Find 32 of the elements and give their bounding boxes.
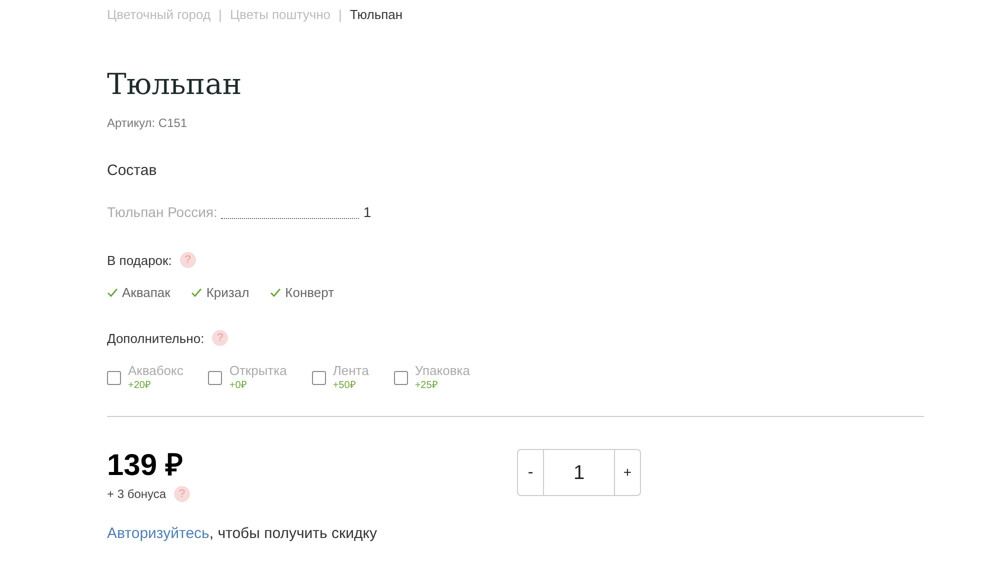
product-title: Тюльпан <box>107 66 242 102</box>
quantity-field[interactable]: 1 <box>544 449 614 496</box>
sku-text: Артикул: С151 <box>107 115 188 132</box>
gift-label: Аквапак <box>122 284 170 302</box>
gift-label: Кризал <box>206 284 250 302</box>
option-label: Лента <box>332 363 369 379</box>
option-price: +50₽ <box>332 379 357 393</box>
checkbox[interactable] <box>107 371 121 385</box>
section-label: Дополнительно: <box>107 330 204 348</box>
gift-label: Конверт <box>285 284 334 302</box>
section-heading: Состав <box>107 161 157 181</box>
bonus-text: + 3 бонуса <box>107 486 166 503</box>
increment-button[interactable]: + <box>614 449 641 496</box>
option-label: Упаковка <box>414 363 470 379</box>
price-text: 139 ₽ <box>107 449 182 483</box>
option-price: +25₽ <box>414 379 439 393</box>
checkbox[interactable] <box>208 371 222 385</box>
section-label: В подарок: <box>107 252 172 270</box>
breadcrumb-separator: | <box>338 6 342 24</box>
option-label: Открытка <box>229 363 287 379</box>
option-label: Аквабокс <box>128 363 184 379</box>
decrement-button[interactable]: - <box>517 449 544 496</box>
login-link[interactable]: Авторизуйтесь <box>107 525 210 542</box>
breadcrumb-separator: | <box>218 6 222 24</box>
ingredient-name: Тюльпан Россия: <box>107 202 218 222</box>
ingredient-count: 1 <box>363 202 372 222</box>
checkbox[interactable] <box>394 371 408 385</box>
option-price: +20₽ <box>128 379 152 393</box>
login-note: Авторизуйтесь, чтобы получить скидку <box>107 524 377 544</box>
option-price: +0₽ <box>229 379 248 393</box>
checkbox[interactable] <box>312 371 326 385</box>
breadcrumb-link[interactable]: Тюльпан <box>350 4 403 24</box>
